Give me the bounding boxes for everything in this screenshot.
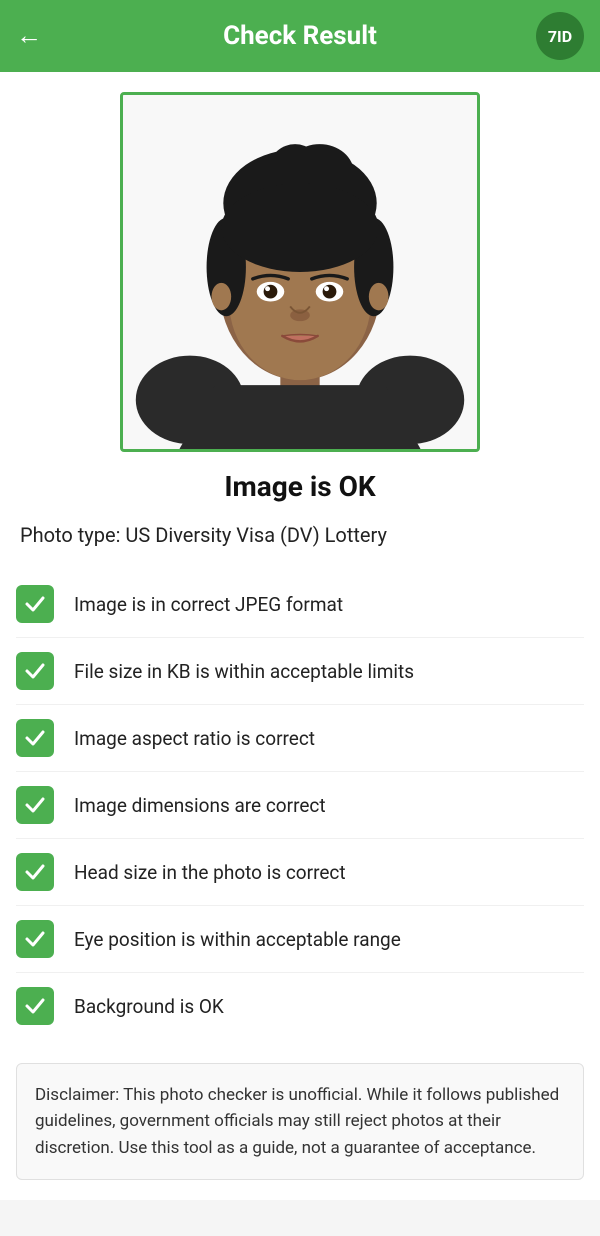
check-label-dimensions: Image dimensions are correct (74, 794, 326, 817)
check-item-aspect: Image aspect ratio is correct (16, 705, 584, 772)
check-label-eyepos: Eye position is within acceptable range (74, 928, 401, 951)
disclaimer-text: Disclaimer: This photo checker is unoffi… (16, 1063, 584, 1180)
check-label-aspect: Image aspect ratio is correct (74, 727, 315, 750)
check-item-dimensions: Image dimensions are correct (16, 772, 584, 839)
portrait-svg (123, 95, 477, 449)
check-label-jpeg: Image is in correct JPEG format (74, 593, 343, 616)
check-label-filesize: File size in KB is within acceptable lim… (74, 660, 414, 683)
check-item-eyepos: Eye position is within acceptable range (16, 906, 584, 973)
check-icon-dimensions (16, 786, 54, 824)
main-content: Image is OK Photo type: US Diversity Vis… (0, 72, 600, 1200)
page-title: Check Result (223, 21, 377, 51)
check-item-headsize: Head size in the photo is correct (16, 839, 584, 906)
check-label-background: Background is OK (74, 995, 224, 1018)
header: ← Check Result 7ID (0, 0, 600, 72)
check-icon-filesize (16, 652, 54, 690)
check-icon-jpeg (16, 585, 54, 623)
check-list: Image is in correct JPEG format File siz… (16, 571, 584, 1039)
photo-type-label: Photo type: US Diversity Visa (DV) Lotte… (16, 523, 584, 547)
check-icon-background (16, 987, 54, 1025)
passport-photo (120, 92, 480, 452)
check-item-filesize: File size in KB is within acceptable lim… (16, 638, 584, 705)
check-item-jpeg: Image is in correct JPEG format (16, 571, 584, 638)
app-logo: 7ID (536, 12, 584, 60)
image-status: Image is OK (16, 470, 584, 503)
check-item-background: Background is OK (16, 973, 584, 1039)
photo-container (16, 92, 584, 452)
check-icon-eyepos (16, 920, 54, 958)
back-button[interactable]: ← (16, 23, 42, 49)
check-icon-headsize (16, 853, 54, 891)
check-icon-aspect (16, 719, 54, 757)
check-label-headsize: Head size in the photo is correct (74, 861, 346, 884)
